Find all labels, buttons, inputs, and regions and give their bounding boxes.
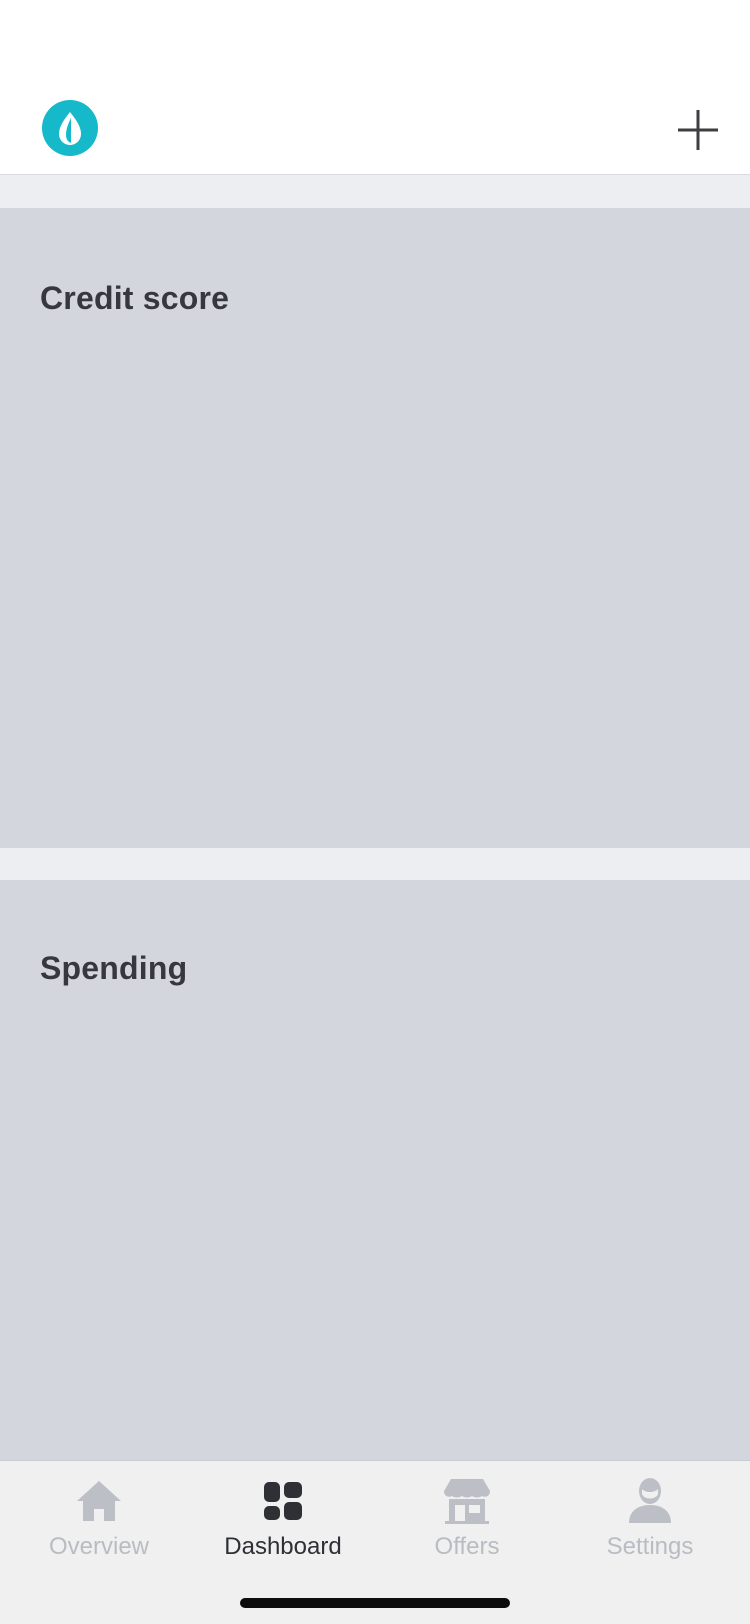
add-button[interactable] [672,104,724,156]
tab-offers[interactable]: Offers [374,1461,560,1581]
tab-dashboard[interactable]: Dashboard [190,1461,376,1581]
mint-logo-icon [42,100,98,156]
storefront-icon [444,1479,490,1524]
tab-dashboard-label: Dashboard [224,1533,342,1560]
house-icon [77,1481,121,1521]
tab-settings-label: Settings [606,1533,694,1560]
tab-overview-label: Overview [48,1533,150,1560]
spending-card[interactable]: Spending [0,880,750,1460]
credit-score-card[interactable]: Credit score [0,208,750,848]
app-header [0,0,750,175]
spending-title: Spending [40,950,188,986]
home-indicator[interactable] [240,1598,510,1608]
grid-icon [264,1482,302,1520]
tab-settings[interactable]: Settings [557,1461,743,1581]
credit-score-title: Credit score [40,280,230,316]
person-icon [629,1478,671,1523]
tab-offers-label: Offers [434,1533,500,1560]
plus-icon [678,110,718,150]
tab-overview[interactable]: Overview [6,1461,192,1581]
